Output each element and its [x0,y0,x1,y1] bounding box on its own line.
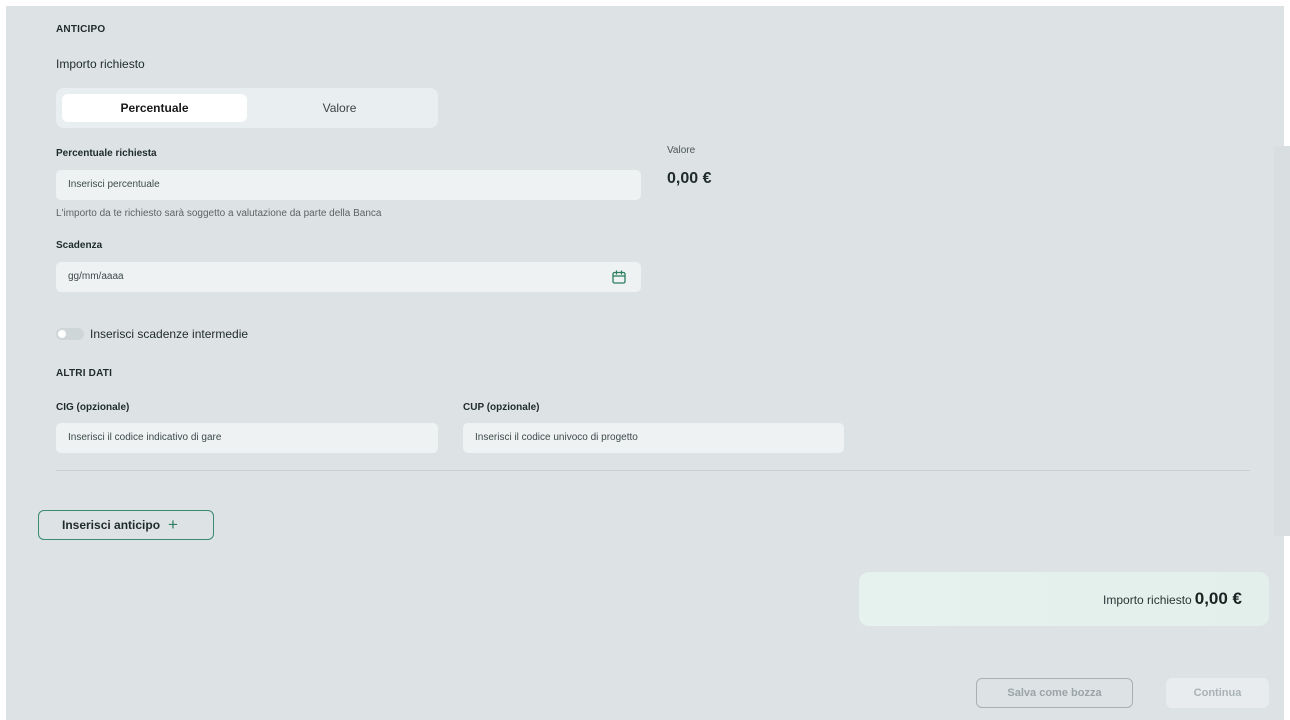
importo-richiesto-label: Importo richiesto [56,57,145,71]
percentuale-richiesta-label: Percentuale richiesta [56,148,157,159]
scadenza-label: Scadenza [56,240,103,251]
toggle-knob [58,330,66,338]
add-anticipo-button[interactable]: Inserisci anticipo + [38,510,214,540]
cig-label: CIG (opzionale) [56,402,130,413]
valore-label: Valore [667,145,696,156]
plus-icon: + [168,515,178,534]
calendar-icon[interactable] [611,269,627,285]
summary-amount: 0,00 € [1194,589,1242,608]
side-panel-edge [1274,146,1290,536]
cig-input[interactable]: Inserisci il codice indicativo di gare [56,423,438,453]
scadenze-intermedie-label: Inserisci scadenze intermedie [90,327,249,341]
scadenza-placeholder: gg/mm/aaaa [68,271,124,282]
add-anticipo-label: Inserisci anticipo [62,518,161,532]
summary-text: Importo richiesto 0,00 € [1103,589,1242,609]
section-title-altri-dati: ALTRI DATI [56,368,113,379]
percentuale-helper-text: L'importo da te richiesto sarà soggetto … [56,208,382,219]
scadenza-date-input[interactable]: gg/mm/aaaa [56,262,641,292]
cup-label: CUP (opzionale) [463,402,540,413]
continue-button[interactable]: Continua [1166,678,1269,708]
segment-valore[interactable]: Valore [247,94,432,122]
segment-percentuale[interactable]: Percentuale [62,94,247,122]
summary-card: Importo richiesto 0,00 € [859,572,1269,626]
summary-label: Importo richiesto [1103,593,1192,607]
cup-input[interactable]: Inserisci il codice univoco di progetto [463,423,844,453]
section-title-anticipo: ANTICIPO [56,24,106,35]
scadenze-intermedie-toggle[interactable] [56,328,84,340]
save-draft-button[interactable]: Salva come bozza [976,678,1133,708]
valore-amount: 0,00 € [667,170,712,187]
percentuale-input[interactable]: Inserisci percentuale [56,170,641,200]
importo-type-segmented-control: Percentuale Valore [56,88,438,128]
section-divider [56,470,1250,471]
